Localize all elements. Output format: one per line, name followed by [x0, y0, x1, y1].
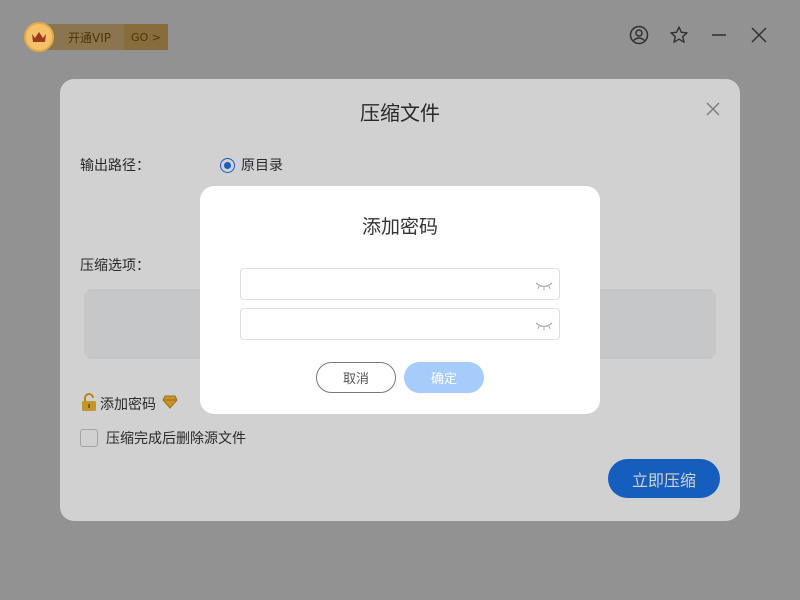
confirm-password-field[interactable]	[240, 308, 560, 340]
cancel-button[interactable]: 取消	[316, 362, 396, 393]
password-input[interactable]	[241, 269, 521, 299]
ok-button[interactable]: 确定	[404, 362, 484, 393]
password-dialog-title: 添加密码	[361, 216, 438, 238]
eye-closed-icon[interactable]	[535, 277, 553, 291]
password-field[interactable]	[240, 268, 560, 300]
eye-closed-icon[interactable]	[535, 317, 553, 331]
crown-icon	[24, 22, 54, 52]
password-dialog: 添加密码 取消 确定	[200, 186, 600, 414]
confirm-password-input[interactable]	[241, 309, 521, 339]
